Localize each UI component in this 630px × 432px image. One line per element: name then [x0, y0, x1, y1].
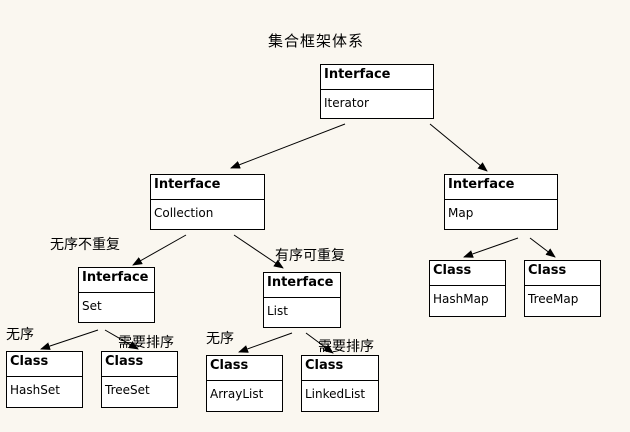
edge-label-list: 有序可重复 — [275, 248, 345, 264]
node-hashset: Class HashSet — [6, 351, 83, 408]
node-kind: Interface — [264, 273, 340, 298]
node-name: HashSet — [10, 383, 60, 397]
arrow-iterator-to-collection — [230, 123, 346, 169]
node-list: Interface List — [263, 272, 341, 328]
arrow-iterator-to-map — [429, 123, 488, 172]
arrow-list-to-arraylist — [238, 332, 293, 353]
node-name: HashMap — [433, 292, 489, 306]
node-name: Set — [82, 299, 102, 313]
edge-label-linkedlist: 需要排序 — [318, 339, 374, 355]
node-iterator: Interface Iterator — [320, 64, 434, 119]
node-kind: Interface — [445, 175, 557, 200]
node-name: LinkedList — [305, 387, 366, 401]
edge-label-treeset: 需要排序 — [118, 335, 174, 351]
node-kind: Class — [7, 352, 82, 377]
node-name: TreeSet — [105, 383, 150, 397]
diagram-title: 集合框架体系 — [268, 32, 365, 50]
node-collection: Interface Collection — [150, 174, 265, 230]
node-kind: Class — [302, 356, 378, 381]
node-name: Iterator — [324, 96, 369, 110]
class-hierarchy-diagram: 集合框架体系 Interface Iterator Interface Coll… — [0, 0, 630, 432]
node-kind: Interface — [151, 175, 264, 200]
node-kind: Class — [102, 352, 177, 377]
node-kind: Interface — [79, 268, 154, 293]
node-name: TreeMap — [528, 292, 579, 306]
edge-label-arraylist: 无序 — [206, 331, 234, 347]
arrow-set-to-hashset — [40, 329, 99, 350]
node-name: List — [267, 304, 288, 318]
node-kind: Class — [525, 261, 600, 286]
node-arraylist: Class ArrayList — [206, 355, 283, 412]
node-name: Map — [448, 206, 474, 220]
node-name: Collection — [154, 206, 214, 220]
node-kind: Interface — [321, 65, 433, 90]
node-linkedlist: Class LinkedList — [301, 355, 379, 412]
node-name: ArrayList — [210, 387, 264, 401]
arrow-collection-to-set — [132, 234, 187, 266]
arrow-map-to-hashmap — [463, 237, 519, 258]
arrow-map-to-treemap — [529, 237, 556, 258]
node-treeset: Class TreeSet — [101, 351, 178, 408]
node-kind: Class — [430, 261, 505, 286]
node-treemap: Class TreeMap — [524, 260, 601, 317]
node-kind: Class — [207, 356, 282, 381]
node-map: Interface Map — [444, 174, 558, 230]
node-set: Interface Set — [78, 267, 155, 323]
edge-label-set: 无序不重复 — [50, 237, 120, 253]
node-hashmap: Class HashMap — [429, 260, 506, 317]
edge-label-hashset: 无序 — [6, 327, 34, 343]
